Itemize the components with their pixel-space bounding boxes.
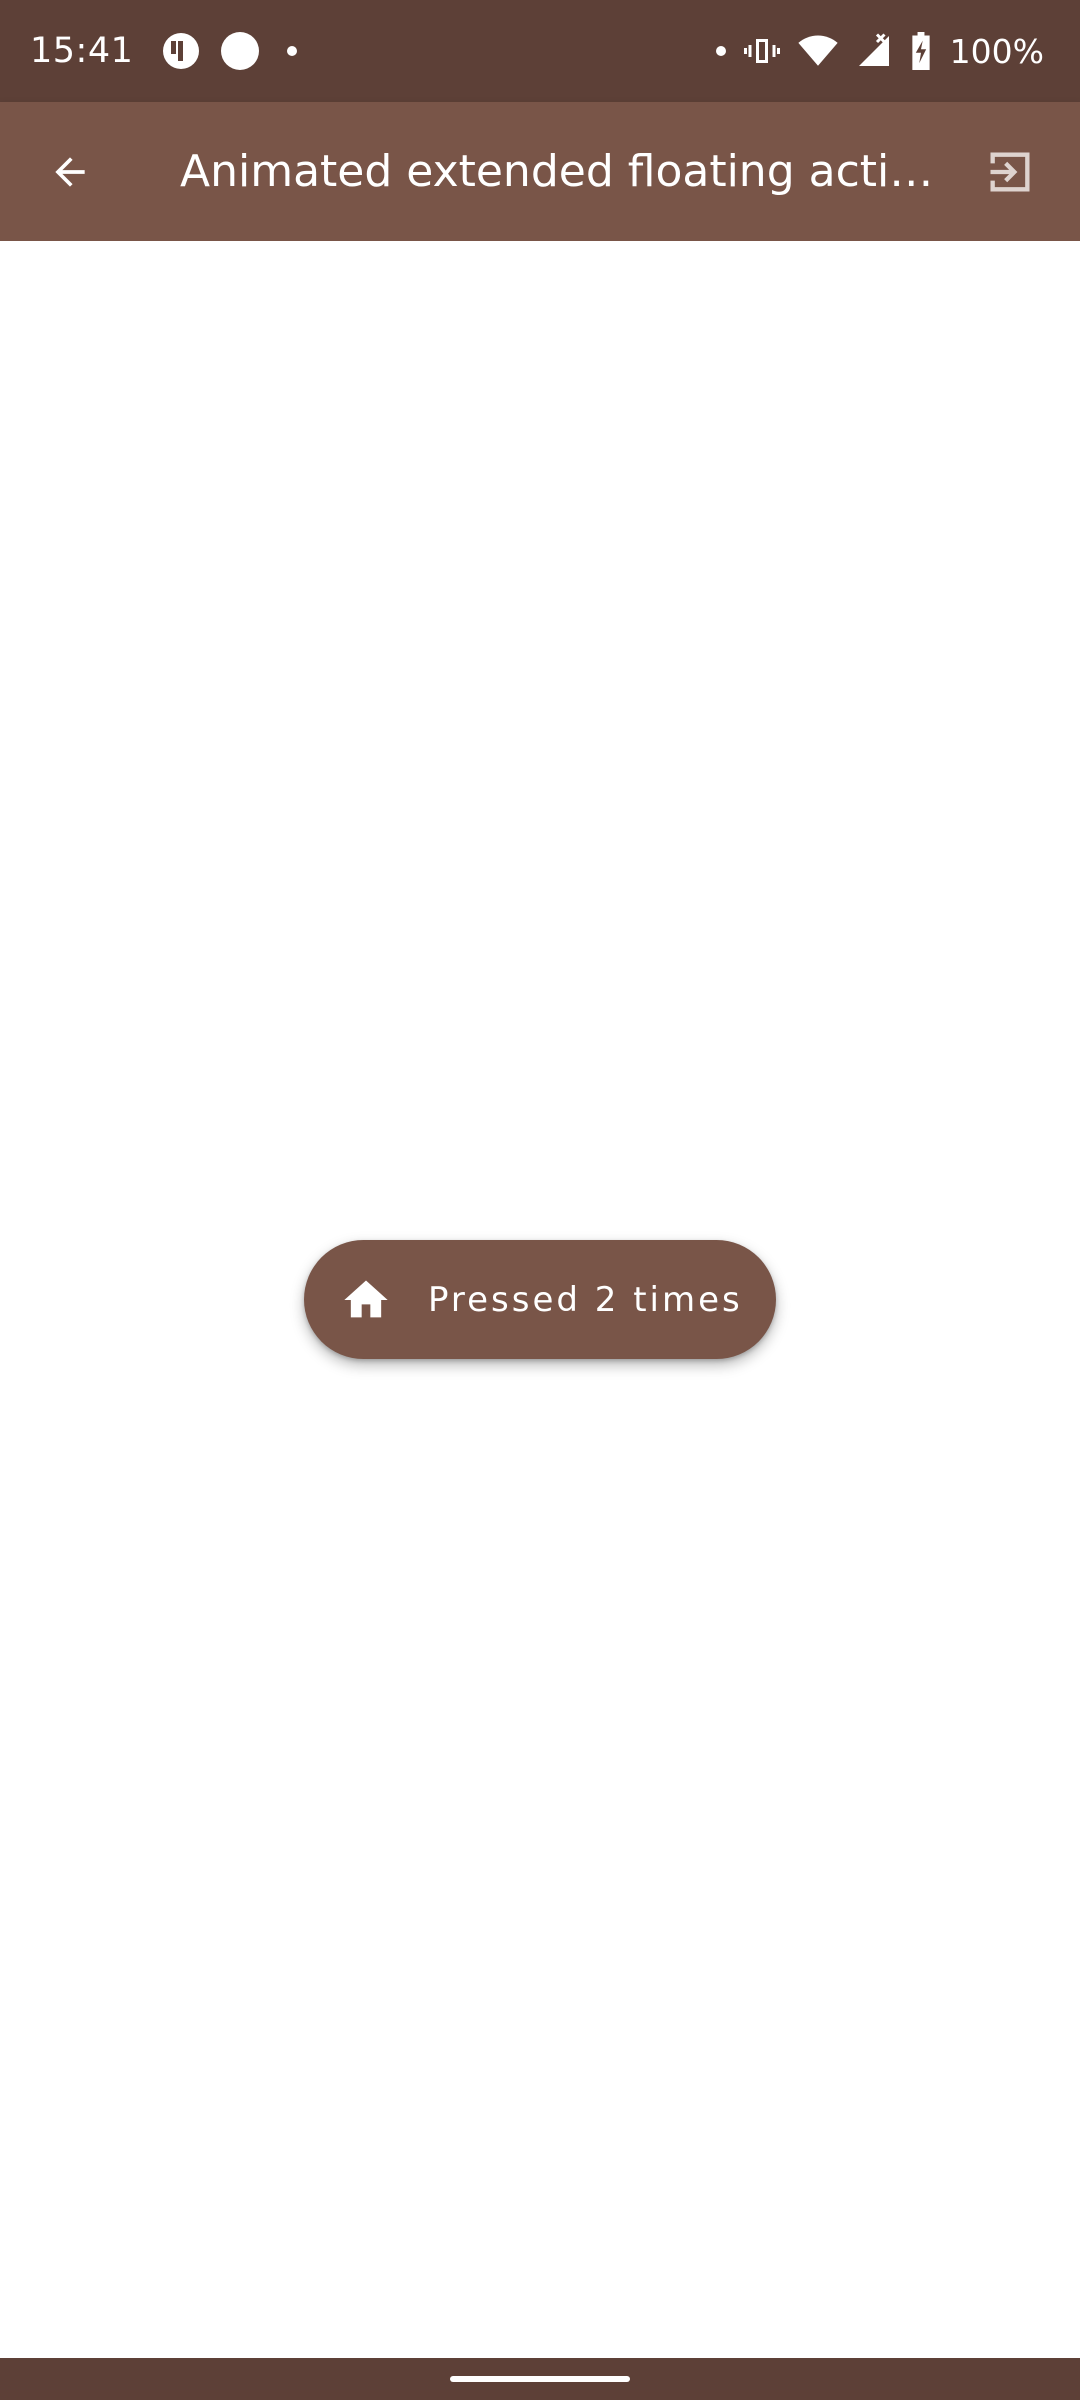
page-title: Animated extended floating action … xyxy=(180,146,940,197)
notification-icons xyxy=(163,32,298,70)
home-gesture-handle[interactable] xyxy=(450,2376,630,2382)
battery-charging-icon xyxy=(910,32,932,70)
navigation-bar xyxy=(0,2358,1080,2400)
dot-icon xyxy=(287,46,298,56)
extended-fab[interactable]: Pressed 2 times xyxy=(304,1240,776,1359)
system-icons: 100% xyxy=(710,32,1044,71)
battery-percent: 100% xyxy=(949,31,1044,71)
fab-label: Pressed 2 times xyxy=(428,1279,743,1320)
status-bar: 15:41 100% xyxy=(0,0,1080,102)
status-time: 15:41 xyxy=(30,31,134,71)
vibrate-icon xyxy=(743,33,780,69)
dot-icon xyxy=(715,46,726,56)
circle-notification-icon xyxy=(221,32,260,70)
top-app-bar: Animated extended floating action … xyxy=(0,102,1080,241)
signal-icon xyxy=(856,33,892,69)
arrow-back-icon xyxy=(55,156,85,187)
app-notification-icon xyxy=(163,33,200,69)
exit-button[interactable] xyxy=(940,102,1080,241)
wifi-icon xyxy=(798,33,838,69)
exit-to-app-icon xyxy=(990,152,1030,191)
home-icon xyxy=(340,1274,392,1326)
back-button[interactable] xyxy=(0,102,140,241)
